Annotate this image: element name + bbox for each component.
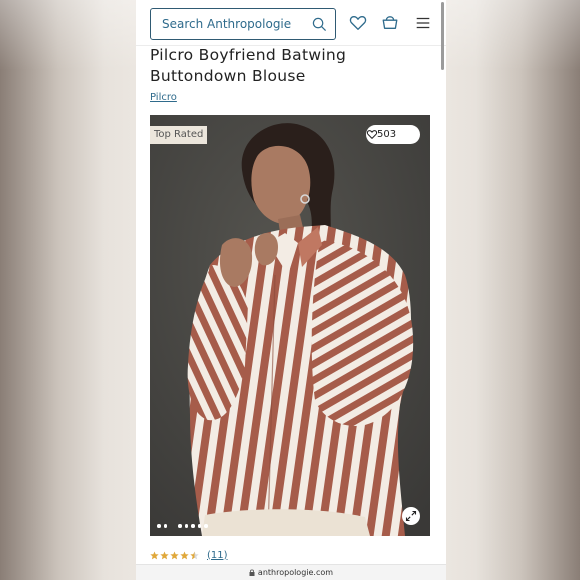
site-header: Search Anthropologie xyxy=(136,0,446,46)
image-carousel-dots[interactable] xyxy=(157,524,208,528)
hamburger-menu-icon[interactable] xyxy=(414,14,432,32)
star-icon xyxy=(170,550,179,559)
like-button[interactable]: 503 xyxy=(366,125,420,144)
star-icon xyxy=(160,550,169,559)
scrollbar[interactable] xyxy=(441,2,444,70)
carousel-dot[interactable] xyxy=(178,524,182,528)
star-rating xyxy=(150,550,199,560)
review-count-link[interactable]: (11) xyxy=(207,550,228,561)
star-icon xyxy=(150,550,159,559)
basket-icon[interactable] xyxy=(381,13,399,31)
search-placeholder: Search Anthropologie xyxy=(162,17,292,31)
browser-url-bar[interactable]: anthropologie.com xyxy=(136,564,446,580)
product-title: Pilcro Boyfriend Batwing Buttondown Blou… xyxy=(150,45,430,87)
product-image[interactable]: Top Rated 503 xyxy=(150,115,430,536)
brand-link[interactable]: Pilcro xyxy=(150,92,177,103)
carousel-dot[interactable] xyxy=(197,524,201,528)
search-input[interactable]: Search Anthropologie xyxy=(150,8,336,40)
like-count: 503 xyxy=(377,129,397,140)
carousel-dot[interactable] xyxy=(184,524,188,528)
carousel-dot[interactable] xyxy=(204,524,208,528)
heart-icon[interactable] xyxy=(349,14,367,32)
rating-row[interactable]: (11) xyxy=(150,548,228,562)
product-title-line-1: Pilcro Boyfriend Batwing xyxy=(150,46,347,64)
expand-icon xyxy=(405,510,417,522)
url-text: anthropologie.com xyxy=(257,568,334,577)
heart-icon xyxy=(366,130,378,139)
carousel-dot[interactable] xyxy=(191,524,195,528)
search-icon[interactable] xyxy=(312,17,327,32)
phone-screen: Search Anthropologie Pilcro Boyfriend Ba… xyxy=(136,0,446,580)
product-title-line-2: Buttondown Blouse xyxy=(150,67,306,85)
top-rated-badge: Top Rated xyxy=(150,126,208,144)
carousel-dot[interactable] xyxy=(163,524,167,528)
star-icon xyxy=(180,550,189,559)
zoom-button[interactable] xyxy=(402,507,420,525)
lock-icon xyxy=(249,569,255,576)
model-photo xyxy=(150,115,430,536)
half-star-icon xyxy=(190,550,199,559)
carousel-dot[interactable] xyxy=(157,524,161,528)
